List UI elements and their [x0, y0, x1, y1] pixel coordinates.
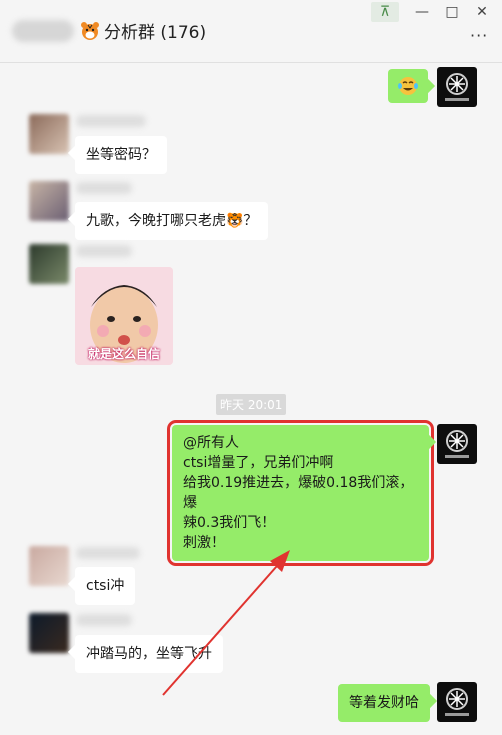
annotation-arrow-icon — [162, 550, 290, 696]
